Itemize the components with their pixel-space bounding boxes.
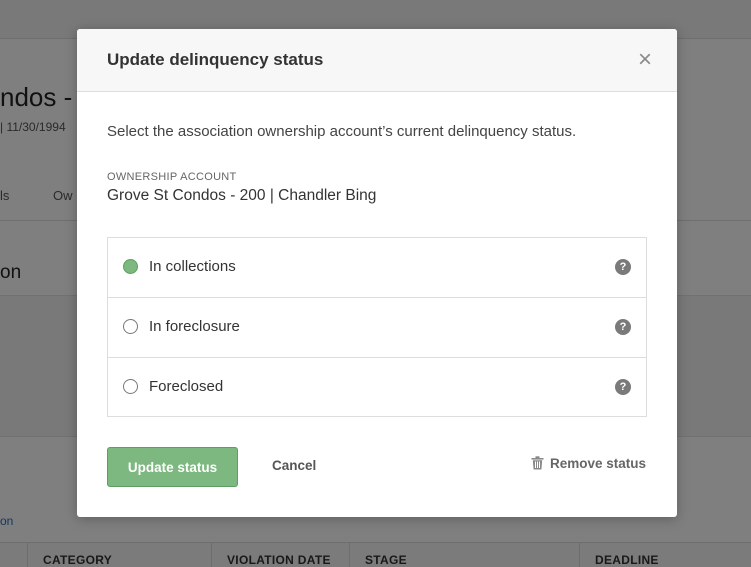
- ownership-account-label: OWNERSHIP ACCOUNT: [107, 171, 237, 183]
- remove-status-label: Remove status: [549, 456, 646, 471]
- ownership-account-value: Grove St Condos - 200 | Chandler Bing: [107, 187, 377, 204]
- close-icon[interactable]: ×: [635, 48, 655, 72]
- cancel-button[interactable]: Cancel: [272, 458, 316, 473]
- remove-status-button[interactable]: Remove status: [531, 456, 646, 471]
- option-label: Foreclosed: [149, 378, 224, 395]
- radio-foreclosed[interactable]: [123, 379, 138, 394]
- option-in-collections[interactable]: In collections ?: [108, 238, 646, 297]
- modal-title: Update delinquency status: [107, 50, 324, 69]
- update-status-button[interactable]: Update status: [107, 447, 238, 487]
- radio-in-collections[interactable]: [123, 259, 138, 274]
- modal-description: Select the association ownership account…: [107, 123, 577, 140]
- status-options-list: In collections ? In foreclosure ? Forecl…: [107, 237, 647, 417]
- trash-icon: [531, 456, 544, 470]
- update-delinquency-modal: Update delinquency status × Select the a…: [77, 29, 677, 517]
- option-in-foreclosure[interactable]: In foreclosure ?: [108, 297, 646, 356]
- radio-in-foreclosure[interactable]: [123, 319, 138, 334]
- option-label: In foreclosure: [149, 318, 240, 335]
- help-icon[interactable]: ?: [615, 259, 631, 275]
- modal-header: Update delinquency status ×: [77, 29, 677, 92]
- help-icon[interactable]: ?: [615, 319, 631, 335]
- help-icon[interactable]: ?: [615, 379, 631, 395]
- option-label: In collections: [149, 258, 236, 275]
- option-foreclosed[interactable]: Foreclosed ?: [108, 357, 646, 416]
